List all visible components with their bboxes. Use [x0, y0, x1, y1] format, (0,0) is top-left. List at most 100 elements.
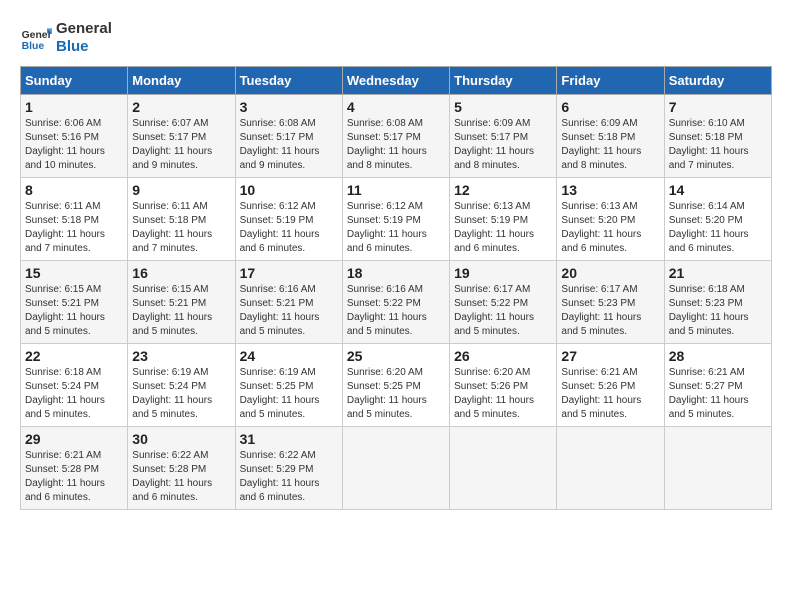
day-info: Sunrise: 6:22 AMSunset: 5:28 PMDaylight:…: [132, 449, 230, 505]
day-info: Sunrise: 6:13 AMSunset: 5:20 PMDaylight:…: [561, 200, 659, 256]
day-number: 8: [25, 182, 123, 198]
calendar-week-5: 29Sunrise: 6:21 AMSunset: 5:28 PMDayligh…: [21, 427, 772, 510]
calendar-cell: 10 Sunrise: 6:12 AMSunset: 5:19 PMDayligh…: [235, 178, 342, 261]
day-number: 19: [454, 265, 552, 281]
calendar-cell: 3Sunrise: 6:08 AMSunset: 5:17 PMDaylight…: [235, 95, 342, 178]
day-header-wednesday: Wednesday: [342, 67, 449, 95]
calendar-cell: 16 Sunrise: 6:15 AMSunset: 5:21 PMDayligh…: [128, 261, 235, 344]
day-number: 29: [25, 431, 123, 447]
day-info: Sunrise: 6:21 AMSunset: 5:27 PMDaylight:…: [669, 366, 767, 422]
day-info: Sunrise: 6:18 AMSunset: 5:23 PMDaylight:…: [669, 283, 767, 339]
calendar-cell: 23 Sunrise: 6:19 AMSunset: 5:24 PMDayligh…: [128, 344, 235, 427]
day-header-saturday: Saturday: [664, 67, 771, 95]
calendar-cell: 2 Sunrise: 6:07 AMSunset: 5:17 PMDaylight…: [128, 95, 235, 178]
day-number: 30: [132, 431, 230, 447]
day-header-thursday: Thursday: [450, 67, 557, 95]
day-number: 20: [561, 265, 659, 281]
calendar-cell: 5 Sunrise: 6:09 AMSunset: 5:17 PMDaylight…: [450, 95, 557, 178]
calendar-cell: 21 Sunrise: 6:18 AMSunset: 5:23 PMDayligh…: [664, 261, 771, 344]
day-info: Sunrise: 6:20 AMSunset: 5:25 PMDaylight:…: [347, 366, 445, 422]
calendar-cell: 27 Sunrise: 6:21 AMSunset: 5:26 PMDayligh…: [557, 344, 664, 427]
day-info: Sunrise: 6:08 AMSunset: 5:17 PMDaylight:…: [347, 117, 445, 173]
calendar-cell: 11 Sunrise: 6:12 AMSunset: 5:19 PMDayligh…: [342, 178, 449, 261]
day-info: Sunrise: 6:19 AMSunset: 5:25 PMDaylight:…: [240, 366, 338, 422]
calendar-week-3: 15 Sunrise: 6:15 AMSunset: 5:21 PMDayligh…: [21, 261, 772, 344]
day-number: 12: [454, 182, 552, 198]
logo-icon: General Blue: [20, 22, 52, 54]
day-info: Sunrise: 6:10 AMSunset: 5:18 PMDaylight:…: [669, 117, 767, 173]
day-info: Sunrise: 6:09 AMSunset: 5:17 PMDaylight:…: [454, 117, 552, 173]
day-info: Sunrise: 6:15 AMSunset: 5:21 PMDaylight:…: [25, 283, 123, 339]
day-number: 14: [669, 182, 767, 198]
day-number: 26: [454, 348, 552, 364]
calendar-cell: 7Sunrise: 6:10 AMSunset: 5:18 PMDaylight…: [664, 95, 771, 178]
day-number: 10: [240, 182, 338, 198]
calendar-cell: [664, 427, 771, 510]
logo-blue: Blue: [56, 38, 112, 56]
calendar-cell: 18Sunrise: 6:16 AMSunset: 5:22 PMDayligh…: [342, 261, 449, 344]
day-number: 18: [347, 265, 445, 281]
day-number: 31: [240, 431, 338, 447]
day-info: Sunrise: 6:18 AMSunset: 5:24 PMDaylight:…: [25, 366, 123, 422]
day-header-monday: Monday: [128, 67, 235, 95]
day-info: Sunrise: 6:16 AMSunset: 5:21 PMDaylight:…: [240, 283, 338, 339]
day-info: Sunrise: 6:12 AMSunset: 5:19 PMDaylight:…: [240, 200, 338, 256]
calendar-cell: 30 Sunrise: 6:22 AMSunset: 5:28 PMDayligh…: [128, 427, 235, 510]
day-number: 9: [132, 182, 230, 198]
day-info: Sunrise: 6:17 AMSunset: 5:23 PMDaylight:…: [561, 283, 659, 339]
calendar-cell: [557, 427, 664, 510]
logo: General Blue General Blue: [20, 20, 112, 56]
calendar-cell: 6 Sunrise: 6:09 AMSunset: 5:18 PMDaylight…: [557, 95, 664, 178]
calendar-cell: 25Sunrise: 6:20 AMSunset: 5:25 PMDayligh…: [342, 344, 449, 427]
day-info: Sunrise: 6:13 AMSunset: 5:19 PMDaylight:…: [454, 200, 552, 256]
calendar-cell: 28 Sunrise: 6:21 AMSunset: 5:27 PMDayligh…: [664, 344, 771, 427]
calendar-week-1: 1Sunrise: 6:06 AMSunset: 5:16 PMDaylight…: [21, 95, 772, 178]
calendar-cell: 13Sunrise: 6:13 AMSunset: 5:20 PMDayligh…: [557, 178, 664, 261]
calendar-cell: 12 Sunrise: 6:13 AMSunset: 5:19 PMDayligh…: [450, 178, 557, 261]
day-header-friday: Friday: [557, 67, 664, 95]
day-info: Sunrise: 6:22 AMSunset: 5:29 PMDaylight:…: [240, 449, 338, 505]
day-number: 3: [240, 99, 338, 115]
day-info: Sunrise: 6:17 AMSunset: 5:22 PMDaylight:…: [454, 283, 552, 339]
day-info: Sunrise: 6:07 AMSunset: 5:17 PMDaylight:…: [132, 117, 230, 173]
day-info: Sunrise: 6:21 AMSunset: 5:26 PMDaylight:…: [561, 366, 659, 422]
day-number: 24: [240, 348, 338, 364]
day-header-tuesday: Tuesday: [235, 67, 342, 95]
day-info: Sunrise: 6:20 AMSunset: 5:26 PMDaylight:…: [454, 366, 552, 422]
day-info: Sunrise: 6:19 AMSunset: 5:24 PMDaylight:…: [132, 366, 230, 422]
calendar-cell: [450, 427, 557, 510]
day-info: Sunrise: 6:09 AMSunset: 5:18 PMDaylight:…: [561, 117, 659, 173]
calendar-cell: 20 Sunrise: 6:17 AMSunset: 5:23 PMDayligh…: [557, 261, 664, 344]
calendar-cell: 4Sunrise: 6:08 AMSunset: 5:17 PMDaylight…: [342, 95, 449, 178]
calendar-cell: 15 Sunrise: 6:15 AMSunset: 5:21 PMDayligh…: [21, 261, 128, 344]
day-info: Sunrise: 6:14 AMSunset: 5:20 PMDaylight:…: [669, 200, 767, 256]
day-number: 22: [25, 348, 123, 364]
day-header-sunday: Sunday: [21, 67, 128, 95]
calendar-cell: [342, 427, 449, 510]
calendar-cell: 26 Sunrise: 6:20 AMSunset: 5:26 PMDayligh…: [450, 344, 557, 427]
calendar-cell: 31 Sunrise: 6:22 AMSunset: 5:29 PMDayligh…: [235, 427, 342, 510]
day-number: 27: [561, 348, 659, 364]
calendar-table: SundayMondayTuesdayWednesdayThursdayFrid…: [20, 66, 772, 510]
calendar-cell: 24 Sunrise: 6:19 AMSunset: 5:25 PMDayligh…: [235, 344, 342, 427]
day-number: 6: [561, 99, 659, 115]
day-number: 16: [132, 265, 230, 281]
svg-text:Blue: Blue: [22, 41, 45, 52]
calendar-cell: 19 Sunrise: 6:17 AMSunset: 5:22 PMDayligh…: [450, 261, 557, 344]
day-number: 17: [240, 265, 338, 281]
day-info: Sunrise: 6:06 AMSunset: 5:16 PMDaylight:…: [25, 117, 123, 173]
calendar-cell: 29Sunrise: 6:21 AMSunset: 5:28 PMDayligh…: [21, 427, 128, 510]
day-info: Sunrise: 6:11 AMSunset: 5:18 PMDaylight:…: [25, 200, 123, 256]
calendar-cell: 8 Sunrise: 6:11 AMSunset: 5:18 PMDaylight…: [21, 178, 128, 261]
day-number: 23: [132, 348, 230, 364]
day-number: 28: [669, 348, 767, 364]
day-info: Sunrise: 6:15 AMSunset: 5:21 PMDaylight:…: [132, 283, 230, 339]
day-number: 11: [347, 182, 445, 198]
page-header: General Blue General Blue: [20, 20, 772, 56]
day-number: 21: [669, 265, 767, 281]
day-info: Sunrise: 6:12 AMSunset: 5:19 PMDaylight:…: [347, 200, 445, 256]
day-number: 5: [454, 99, 552, 115]
day-number: 2: [132, 99, 230, 115]
day-number: 15: [25, 265, 123, 281]
calendar-cell: 22 Sunrise: 6:18 AMSunset: 5:24 PMDayligh…: [21, 344, 128, 427]
